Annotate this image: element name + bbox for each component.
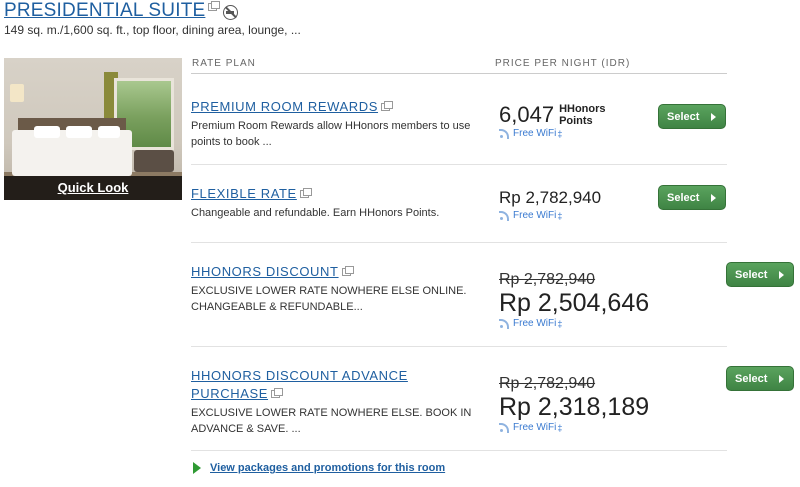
wifi-icon bbox=[499, 423, 509, 433]
discount-price: Rp 2,318,189 bbox=[499, 393, 650, 421]
price-hhonors-discount: Rp 2,782,940 Rp 2,504,646 Free WiFi ‡ bbox=[499, 271, 649, 329]
new-window-icon[interactable] bbox=[271, 388, 284, 398]
wifi-label: Free WiFi bbox=[513, 318, 557, 329]
rate-name-link[interactable]: HHONORS DISCOUNT bbox=[191, 264, 339, 279]
packages-promotions[interactable]: View packages and promotions for this ro… bbox=[193, 462, 445, 474]
wifi-icon bbox=[499, 211, 509, 221]
select-button-hhonors-discount[interactable]: Select bbox=[726, 262, 794, 287]
rate-row-premium-room-rewards: PREMIUM ROOM REWARDS Premium Room Reward… bbox=[191, 98, 727, 150]
wifi-footnote-mark: ‡ bbox=[557, 210, 563, 221]
free-wifi[interactable]: Free WiFi ‡ bbox=[499, 128, 606, 139]
arrow-right-icon bbox=[711, 194, 716, 202]
wifi-label: Free WiFi bbox=[513, 210, 557, 221]
quick-look-link[interactable]: Quick Look bbox=[4, 176, 182, 200]
rate-name-link-line-1[interactable]: HHONORS DISCOUNT ADVANCE bbox=[191, 368, 408, 383]
select-label: Select bbox=[735, 268, 768, 281]
photo-pillow bbox=[66, 126, 92, 138]
original-price: Rp 2,782,940 bbox=[499, 271, 596, 288]
header-divider bbox=[191, 73, 727, 74]
row-divider bbox=[191, 346, 727, 347]
wifi-icon bbox=[499, 129, 509, 139]
packages-link[interactable]: View packages and promotions for this ro… bbox=[210, 462, 445, 474]
arrow-right-icon bbox=[779, 271, 784, 279]
rate-description: EXCLUSIVE LOWER RATE NOWHERE ELSE. BOOK … bbox=[191, 407, 472, 435]
photo-pillow bbox=[98, 126, 120, 138]
rate-description: Premium Room Rewards allow HHonors membe… bbox=[191, 120, 471, 148]
points-price: 6,047 HHonors Points bbox=[499, 102, 606, 128]
rate-description: EXCLUSIVE LOWER RATE NOWHERE ELSE ONLINE… bbox=[191, 285, 467, 313]
select-label: Select bbox=[667, 110, 700, 123]
wifi-icon bbox=[499, 319, 509, 329]
rate-row-flexible-rate: FLEXIBLE RATE Changeable and refundable.… bbox=[191, 185, 727, 221]
select-button-hhonors-advance-purchase[interactable]: Select bbox=[726, 366, 794, 391]
select-label: Select bbox=[667, 191, 700, 204]
photo-lamp bbox=[10, 84, 24, 102]
wifi-footnote-mark: ‡ bbox=[557, 422, 563, 433]
new-window-icon[interactable] bbox=[341, 266, 354, 276]
room-title-link[interactable]: PRESIDENTIAL SUITE bbox=[4, 0, 205, 22]
free-wifi[interactable]: Free WiFi ‡ bbox=[499, 422, 649, 433]
room-title-row: PRESIDENTIAL SUITE bbox=[4, 0, 239, 22]
rate-name-link[interactable]: FLEXIBLE RATE bbox=[191, 186, 297, 201]
rate-description: Changeable and refundable. Earn HHonors … bbox=[191, 207, 440, 219]
photo-chair bbox=[134, 150, 174, 172]
select-label: Select bbox=[735, 372, 768, 385]
wifi-footnote-mark: ‡ bbox=[557, 128, 563, 139]
select-button-flexible-rate[interactable]: Select bbox=[658, 185, 726, 210]
price-value: Rp 2,782,940 bbox=[499, 188, 602, 207]
price-premium-room-rewards: 6,047 HHonors Points Free WiFi ‡ bbox=[499, 103, 606, 139]
points-unit-line-1: HHonors bbox=[559, 103, 606, 115]
original-price: Rp 2,782,940 bbox=[499, 375, 596, 392]
points-unit-line-2: Points bbox=[559, 115, 593, 127]
new-window-icon[interactable] bbox=[208, 1, 221, 11]
free-wifi[interactable]: Free WiFi ‡ bbox=[499, 210, 601, 221]
no-smoking-icon bbox=[223, 4, 239, 20]
points-value: 6,047 bbox=[499, 102, 555, 127]
arrow-right-icon bbox=[779, 375, 784, 383]
rate-name-link-line-2[interactable]: PURCHASE bbox=[191, 386, 268, 401]
photo-pillow bbox=[34, 126, 60, 138]
wifi-label: Free WiFi bbox=[513, 422, 557, 433]
price-hhonors-advance-purchase: Rp 2,782,940 Rp 2,318,189 Free WiFi ‡ bbox=[499, 375, 649, 433]
room-photo[interactable]: Quick Look bbox=[4, 58, 182, 200]
wifi-footnote-mark: ‡ bbox=[557, 318, 563, 329]
new-window-icon[interactable] bbox=[299, 188, 312, 198]
room-description: 149 sq. m./1,600 sq. ft., top floor, din… bbox=[4, 23, 301, 37]
points-unit: HHonors Points bbox=[559, 103, 605, 127]
row-divider bbox=[191, 164, 727, 165]
wifi-label: Free WiFi bbox=[513, 128, 557, 139]
rate-name-link[interactable]: PREMIUM ROOM REWARDS bbox=[191, 99, 378, 114]
row-divider bbox=[191, 450, 727, 451]
arrow-right-icon bbox=[711, 113, 716, 121]
new-window-icon[interactable] bbox=[381, 101, 394, 111]
price-flexible-rate: Rp 2,782,940 Free WiFi ‡ bbox=[499, 187, 601, 221]
price-header: PRICE PER NIGHT (IDR) bbox=[495, 58, 631, 69]
rate-plan-header: RATE PLAN bbox=[192, 58, 256, 69]
row-divider bbox=[191, 242, 727, 243]
select-button-premium-room-rewards[interactable]: Select bbox=[658, 104, 726, 129]
discount-price: Rp 2,504,646 bbox=[499, 289, 650, 317]
free-wifi[interactable]: Free WiFi ‡ bbox=[499, 318, 649, 329]
triangle-right-icon bbox=[193, 462, 201, 474]
